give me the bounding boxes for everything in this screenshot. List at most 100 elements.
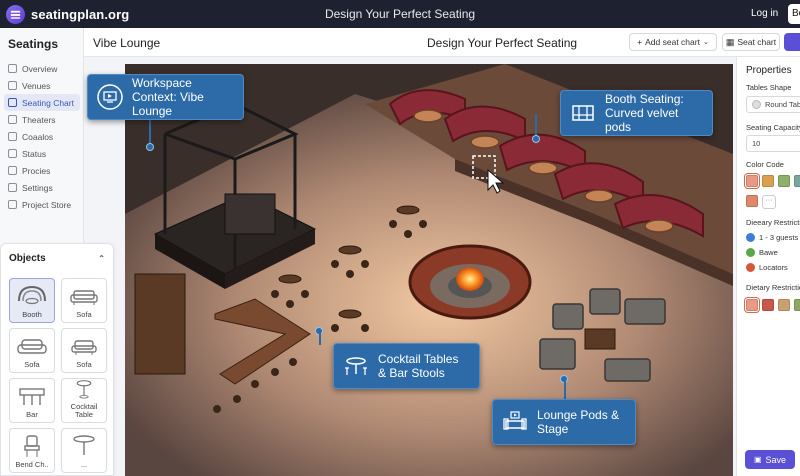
workspace-marker-dot bbox=[146, 143, 154, 151]
tables-shape-select[interactable]: Round Table bbox=[746, 96, 800, 113]
dietary-swatch[interactable] bbox=[794, 299, 800, 311]
save-label: Save bbox=[765, 454, 787, 465]
color-swatch[interactable] bbox=[762, 175, 774, 187]
circle-shape-icon bbox=[752, 100, 761, 109]
callout-lounge: Lounge Pods & Stage bbox=[492, 399, 636, 445]
dieeary-option[interactable]: Locators bbox=[746, 263, 788, 272]
sidebar-item-label: Venues bbox=[22, 80, 51, 91]
login-link[interactable]: Log in bbox=[751, 8, 778, 19]
callout-cocktail-text: Cocktail Tables & Bar Stools bbox=[378, 352, 459, 380]
project-store-icon bbox=[8, 200, 17, 209]
cocktail-leader-line bbox=[319, 331, 321, 345]
procies-icon bbox=[8, 166, 17, 175]
sidebar-item-project-store[interactable]: Project Store bbox=[4, 196, 80, 213]
objects-header[interactable]: Objects ⌃ bbox=[1, 244, 113, 272]
dieeary-option-label: Bawe bbox=[759, 248, 778, 257]
sidebar-item-label: Seating Chart bbox=[22, 97, 74, 108]
tables-shape-value: Round Table bbox=[765, 100, 800, 109]
seating-chart-icon bbox=[8, 98, 17, 107]
sidebar-item-venues[interactable]: Venues bbox=[4, 77, 80, 94]
sidebar-item-coaalos[interactable]: Coaalos bbox=[4, 128, 80, 145]
save-button[interactable]: ▣ Save bbox=[745, 450, 795, 469]
color-swatch[interactable] bbox=[744, 173, 760, 189]
lounge-leader-line bbox=[564, 380, 566, 401]
callout-booth: Booth Seating: Curved velvet pods bbox=[560, 90, 713, 136]
app-title: Design Your Perfect Seating bbox=[324, 7, 476, 21]
seat-chart-button[interactable]: ▦ Seat chart bbox=[722, 33, 780, 51]
color-swatch-row-2: ··· bbox=[746, 195, 776, 209]
dietary-swatch[interactable] bbox=[778, 299, 790, 311]
sidebar-item-settings[interactable]: Settings bbox=[4, 179, 80, 196]
callout-workspace: Workspace Context: Vibe Lounge bbox=[87, 74, 244, 120]
objects-title: Objects bbox=[9, 252, 46, 264]
color-code-label: Color Code bbox=[746, 160, 784, 169]
properties-panel: Properties Tables Shape Round Table Seat… bbox=[736, 57, 800, 476]
sidebar-item-label: Procies bbox=[22, 165, 51, 176]
settings-icon bbox=[8, 183, 17, 192]
venues-icon bbox=[8, 81, 17, 90]
dieeary-option[interactable]: 1 - 3 guests bbox=[746, 233, 798, 242]
booth-seat-icon bbox=[572, 105, 594, 121]
object-bend-chair[interactable]: Bend Ch.. bbox=[9, 428, 55, 473]
top-bar: seatingplan.org Design Your Perfect Seat… bbox=[0, 0, 800, 28]
sidebar-item-status[interactable]: Status bbox=[4, 145, 80, 162]
add-seat-chart-button[interactable]: + Add seat chart ⌄ bbox=[629, 33, 717, 51]
color-swatch[interactable] bbox=[746, 195, 758, 207]
check-circle-icon bbox=[746, 233, 755, 242]
grid-icon: ▦ bbox=[725, 36, 735, 47]
object-sofa[interactable]: Sofa bbox=[61, 278, 107, 323]
object-sofa[interactable]: Sofa bbox=[61, 328, 107, 373]
capacity-label: Seating Capacity bbox=[746, 123, 800, 132]
callout-booth-text: Booth Seating: Curved velvet pods bbox=[605, 92, 684, 134]
object-label: ... bbox=[80, 460, 88, 469]
object-more[interactable]: ... bbox=[61, 428, 107, 473]
callout-lounge-text: Lounge Pods & Stage bbox=[537, 408, 620, 436]
dietary-swatch[interactable] bbox=[762, 299, 774, 311]
sidebar-item-seating-chart[interactable]: Seating Chart bbox=[4, 94, 80, 111]
dieeary-option-label: Locators bbox=[759, 263, 788, 272]
callout-workspace-text: Workspace Context: Vibe Lounge bbox=[132, 76, 204, 118]
sofa-icon bbox=[71, 340, 97, 355]
export-button[interactable] bbox=[784, 33, 800, 51]
chevron-up-icon[interactable]: ⌃ bbox=[98, 254, 105, 263]
sofa-icon bbox=[17, 339, 47, 354]
object-cocktail-table[interactable]: Cocktail Table bbox=[61, 378, 107, 423]
object-sofa[interactable]: Sofa bbox=[9, 328, 55, 373]
object-label: Cocktail Table bbox=[70, 402, 98, 419]
tables-shape-label: Tables Shape bbox=[746, 83, 792, 92]
dietary-swatch-row bbox=[744, 297, 800, 313]
dietary-swatch[interactable] bbox=[744, 297, 760, 313]
object-label: Sofa bbox=[76, 310, 92, 319]
color-swatch[interactable] bbox=[778, 175, 790, 187]
sidebar-item-label: Status bbox=[22, 148, 47, 159]
sidebar-item-procies[interactable]: Procies bbox=[4, 162, 80, 179]
sidebar-item-overview[interactable]: Overview bbox=[4, 60, 80, 77]
venue-name: Vibe Lounge bbox=[93, 36, 161, 50]
properties-title: Properties bbox=[746, 65, 792, 76]
sidebar-item-label: Theaters bbox=[22, 114, 56, 125]
object-booth[interactable]: Booth bbox=[9, 278, 55, 323]
overview-icon bbox=[8, 64, 17, 73]
capacity-input[interactable]: 10 bbox=[746, 135, 800, 152]
cocktail-table-icon bbox=[76, 380, 92, 399]
sofa-icon bbox=[70, 290, 98, 305]
object-bar[interactable]: Bar bbox=[9, 378, 55, 423]
dietary-label: Dietary Restrictions bbox=[746, 283, 800, 292]
color-swatch-row bbox=[744, 173, 800, 189]
booth-icon bbox=[18, 285, 46, 305]
save-icon: ▣ bbox=[753, 455, 762, 464]
check-circle-icon bbox=[746, 248, 755, 257]
seat-chart-label: Seat chart bbox=[737, 37, 777, 47]
sidebar-item-theaters[interactable]: Theaters bbox=[4, 111, 80, 128]
object-label: Sofa bbox=[76, 360, 92, 369]
color-swatch[interactable] bbox=[794, 175, 800, 187]
object-label: Bar bbox=[26, 410, 38, 419]
more-colors-button[interactable]: ··· bbox=[762, 195, 776, 209]
dieeary-option[interactable]: Bawe bbox=[746, 248, 778, 257]
sidebar-item-label: Settings bbox=[22, 182, 53, 193]
lounge-sofa-icon bbox=[503, 411, 527, 430]
monitor-icon bbox=[97, 84, 123, 110]
signup-button[interactable]: Be bbox=[788, 4, 800, 24]
booth-marker-dot bbox=[532, 135, 540, 143]
dieeary-label: Dieeary Restrictions bbox=[746, 218, 800, 227]
